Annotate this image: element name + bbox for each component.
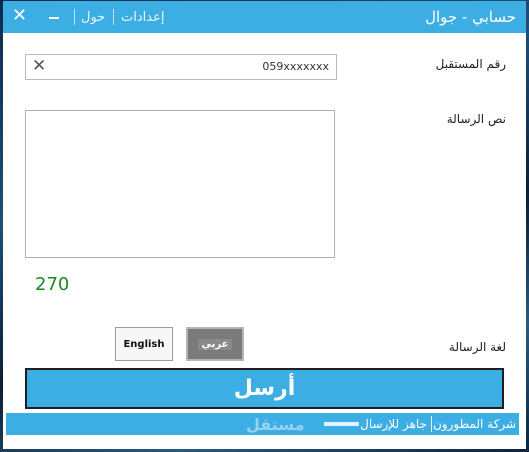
english-button[interactable]: English — [115, 327, 173, 361]
watermark-logo: مستقل — [246, 415, 305, 434]
recipient-input[interactable]: ✕ 059xxxxxxx — [25, 54, 337, 80]
progress-indicator — [324, 422, 359, 426]
company-name: شركة المطورون — [432, 417, 516, 431]
window-title: حسابي - جوال — [425, 8, 516, 26]
arabic-button[interactable]: عربي — [186, 327, 244, 361]
menu-settings[interactable]: إعدادات — [121, 10, 164, 25]
clear-icon[interactable]: ✕ — [32, 56, 46, 76]
char-counter: 270 — [35, 274, 70, 295]
recipient-label: رقم المستقبل — [435, 57, 506, 71]
menu-separator — [74, 9, 75, 25]
message-label: نص الرسالة — [446, 112, 506, 126]
language-label: لغة الرسالة — [448, 340, 506, 354]
close-icon[interactable]: ✕ — [12, 5, 27, 26]
minimize-icon[interactable] — [49, 17, 59, 19]
menu-about[interactable]: حول — [81, 10, 105, 25]
status-bar: مستقل جاهز للإرسال شركة المطورون — [6, 413, 519, 435]
message-textarea[interactable] — [25, 110, 335, 258]
send-button[interactable]: أرسل — [25, 368, 504, 409]
status-separator — [431, 416, 432, 432]
recipient-value: 059xxxxxxx — [262, 60, 329, 73]
arabic-button-label: عربي — [197, 338, 233, 350]
app-window: ✕ حول إعدادات حسابي - جوال رقم المستقبل … — [3, 1, 526, 449]
status-text: جاهز للإرسال — [360, 417, 427, 431]
title-bar: ✕ حول إعدادات حسابي - جوال — [3, 1, 526, 33]
menu-separator — [113, 9, 114, 25]
